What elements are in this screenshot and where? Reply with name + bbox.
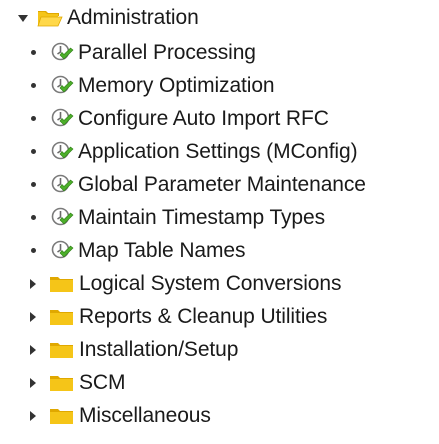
tree-node-map-table-names[interactable]: Map Table Names bbox=[0, 234, 439, 267]
tree-node-parallel-processing[interactable]: Parallel Processing bbox=[0, 36, 439, 69]
tree-node-miscellaneous[interactable]: Miscellaneous bbox=[0, 399, 439, 432]
bullet-icon bbox=[31, 248, 36, 253]
folder-icon bbox=[49, 405, 75, 427]
tree-node-reports-cleanup-utilities[interactable]: Reports & Cleanup Utilities bbox=[0, 300, 439, 333]
expand-arrow-icon[interactable] bbox=[30, 377, 36, 388]
tree-node-label: Memory Optimization bbox=[78, 73, 275, 97]
folder-icon bbox=[49, 372, 75, 394]
bullet-icon bbox=[31, 149, 36, 154]
tree-node-label: Parallel Processing bbox=[78, 40, 256, 64]
folder-open-icon bbox=[37, 7, 63, 29]
tree-node-scm[interactable]: SCM bbox=[0, 366, 439, 399]
tree-node-application-settings[interactable]: Application Settings (MConfig) bbox=[0, 135, 439, 168]
tree-node-administration[interactable]: Administration bbox=[0, 0, 439, 36]
collapse-arrow-icon[interactable] bbox=[18, 14, 28, 22]
tree-node-memory-optimization[interactable]: Memory Optimization bbox=[0, 69, 439, 102]
tree-node-label: Installation/Setup bbox=[79, 337, 239, 361]
execute-clock-icon bbox=[50, 141, 75, 163]
bullet-icon bbox=[31, 215, 36, 220]
execute-clock-icon bbox=[50, 108, 75, 130]
execute-clock-icon bbox=[50, 42, 75, 64]
tree-node-configure-auto-import-rfc[interactable]: Configure Auto Import RFC bbox=[0, 102, 439, 135]
execute-clock-icon bbox=[50, 75, 75, 97]
expand-arrow-icon[interactable] bbox=[30, 344, 36, 355]
folder-icon bbox=[49, 273, 75, 295]
tree-node-logical-system-conversions[interactable]: Logical System Conversions bbox=[0, 267, 439, 300]
tree-node-label: Application Settings (MConfig) bbox=[78, 139, 358, 163]
folder-icon bbox=[49, 306, 75, 328]
bullet-icon bbox=[31, 116, 36, 121]
bullet-icon bbox=[31, 182, 36, 187]
tree-node-label: Logical System Conversions bbox=[79, 271, 342, 295]
tree-node-label: Maintain Timestamp Types bbox=[78, 205, 325, 229]
expand-arrow-icon[interactable] bbox=[30, 311, 36, 322]
folder-icon bbox=[49, 339, 75, 361]
tree-node-installation-setup[interactable]: Installation/Setup bbox=[0, 333, 439, 366]
tree-node-maintain-timestamp-types[interactable]: Maintain Timestamp Types bbox=[0, 201, 439, 234]
tree-node-label: Map Table Names bbox=[78, 238, 246, 262]
tree-node-label: Administration bbox=[67, 6, 199, 29]
expand-arrow-icon[interactable] bbox=[30, 278, 36, 289]
tree-node-label: Configure Auto Import RFC bbox=[78, 106, 329, 130]
bullet-icon bbox=[31, 83, 36, 88]
expand-arrow-icon[interactable] bbox=[30, 410, 36, 421]
execute-clock-icon bbox=[50, 207, 75, 229]
tree-node-label: Global Parameter Maintenance bbox=[78, 172, 366, 196]
tree-node-label: SCM bbox=[79, 370, 126, 394]
tree-node-global-parameter-maintenance[interactable]: Global Parameter Maintenance bbox=[0, 168, 439, 201]
menu-tree: Administration Parallel Processing Memor… bbox=[0, 0, 439, 432]
tree-node-label: Miscellaneous bbox=[79, 403, 211, 427]
bullet-icon bbox=[31, 50, 36, 55]
tree-node-label: Reports & Cleanup Utilities bbox=[79, 304, 328, 328]
execute-clock-icon bbox=[50, 240, 75, 262]
execute-clock-icon bbox=[50, 174, 75, 196]
